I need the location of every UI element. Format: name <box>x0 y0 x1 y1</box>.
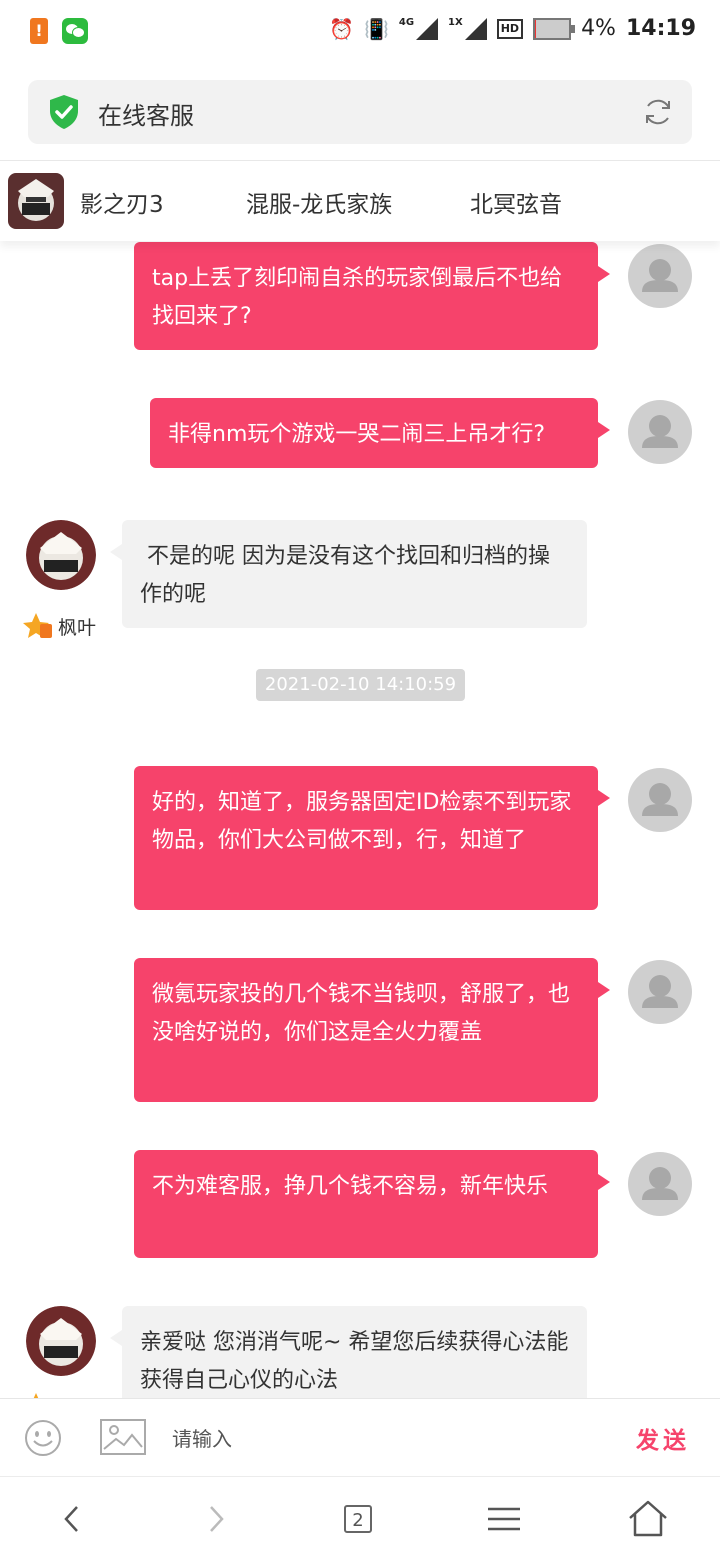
agent-name: 枫叶 <box>58 616 97 639</box>
user-message-bubble: tap上丢了刻印闹自杀的玩家倒最后不也给找回来了? <box>134 242 610 350</box>
agent-avatar[interactable] <box>26 520 96 590</box>
agent-message-bubble: 亲爱哒 您消消气呢~ 希望您后续获得心法能获得自己心仪的心法 <box>110 1306 587 1398</box>
message-text: 微氪玩家投的几个钱不当钱呗，舒服了，也没啥好说的，你们这是全火力覆盖 <box>152 982 571 1045</box>
address-bar[interactable]: 在线客服 <box>28 80 692 144</box>
tab-server[interactable]: 混服-龙氏家族 <box>246 185 392 219</box>
message-input[interactable] <box>170 1417 594 1461</box>
agent-message-bubble: 不是的呢 因为是没有这个找回和归档的操作的呢 <box>110 520 587 628</box>
user-silhouette-icon <box>642 415 678 448</box>
message-text: 不为难客服，挣几个钱不容易，新年快乐 <box>152 1174 549 1199</box>
game-bar: 影之刃3 混服-龙氏家族 北冥弦音 <box>0 160 720 241</box>
user-avatar[interactable] <box>628 768 692 832</box>
shield-icon <box>50 95 78 129</box>
refresh-icon[interactable] <box>642 96 674 128</box>
message-text: tap上丢了刻印闹自杀的玩家倒最后不也给找回来了? <box>152 266 563 329</box>
network-1x-label: 1X <box>448 17 463 28</box>
user-message-bubble: 微氪玩家投的几个钱不当钱呗，舒服了，也没啥好说的，你们这是全火力覆盖 <box>134 958 610 1102</box>
send-button[interactable]: 发送 <box>636 1421 690 1455</box>
user-silhouette-icon <box>642 783 678 816</box>
home-icon[interactable] <box>626 1497 670 1541</box>
agent-name-row: 枫叶 <box>22 612 96 640</box>
agent-avatar[interactable] <box>26 1306 96 1376</box>
game-logo[interactable] <box>8 173 64 229</box>
user-silhouette-icon <box>642 259 678 292</box>
timestamp: 2021-02-10 14:10:59 <box>256 669 465 701</box>
vibrate-icon: 📳 <box>363 16 389 41</box>
tab-character[interactable]: 北冥弦音 <box>470 185 562 219</box>
status-bar: ! ⏰ 📳 4G 1X HD 4% 14:19 <box>0 0 720 64</box>
chat-area[interactable]: tap上丢了刻印闹自杀的玩家倒最后不也给找回来了? 非得nm玩个游戏一哭二闹三上… <box>0 240 720 1398</box>
page-title: 在线客服 <box>98 102 194 130</box>
user-avatar[interactable] <box>628 960 692 1024</box>
clock: 14:19 <box>625 16 696 41</box>
user-message-bubble: 好的，知道了，服务器固定ID检索不到玩家物品，你们大公司做不到，行，知道了 <box>134 766 610 910</box>
battery-percent: 4% <box>581 16 616 41</box>
battery-alert-icon: ! <box>30 18 48 44</box>
hd-icon: HD <box>496 18 524 39</box>
user-avatar[interactable] <box>628 400 692 464</box>
user-message-bubble: 不为难客服，挣几个钱不容易，新年快乐 <box>134 1150 610 1258</box>
wechat-icon <box>62 18 88 44</box>
message-text: 不是的呢 因为是没有这个找回和归档的操作的呢 <box>140 544 550 607</box>
user-avatar[interactable] <box>628 244 692 308</box>
agent-badge-icon <box>23 613 52 638</box>
back-icon[interactable] <box>50 1497 94 1541</box>
image-icon[interactable] <box>100 1419 146 1455</box>
signal-icon <box>416 17 439 40</box>
user-silhouette-icon <box>642 1167 678 1200</box>
tab-game[interactable]: 影之刃3 <box>80 185 164 219</box>
network-4g-label: 4G <box>398 17 415 28</box>
message-text: 非得nm玩个游戏一哭二闹三上吊才行? <box>168 422 546 447</box>
alarm-icon: ⏰ <box>329 16 354 41</box>
tabs-button[interactable]: 2 <box>344 1505 372 1533</box>
input-bar: 发送 <box>0 1398 720 1477</box>
emoji-icon[interactable] <box>24 1419 62 1457</box>
user-avatar[interactable] <box>628 1152 692 1216</box>
menu-icon[interactable] <box>482 1497 526 1541</box>
signal-icon-2 <box>464 17 487 40</box>
user-message-bubble: 非得nm玩个游戏一哭二闹三上吊才行? <box>150 398 610 468</box>
battery-icon <box>533 17 576 40</box>
user-silhouette-icon <box>642 975 678 1008</box>
browser-nav-bar: 2 <box>0 1476 720 1561</box>
message-text: 亲爱哒 您消消气呢~ 希望您后续获得心法能获得自己心仪的心法 <box>140 1330 569 1393</box>
message-text: 好的，知道了，服务器固定ID检索不到玩家物品，你们大公司做不到，行，知道了 <box>152 790 572 853</box>
forward-icon[interactable] <box>194 1497 238 1541</box>
